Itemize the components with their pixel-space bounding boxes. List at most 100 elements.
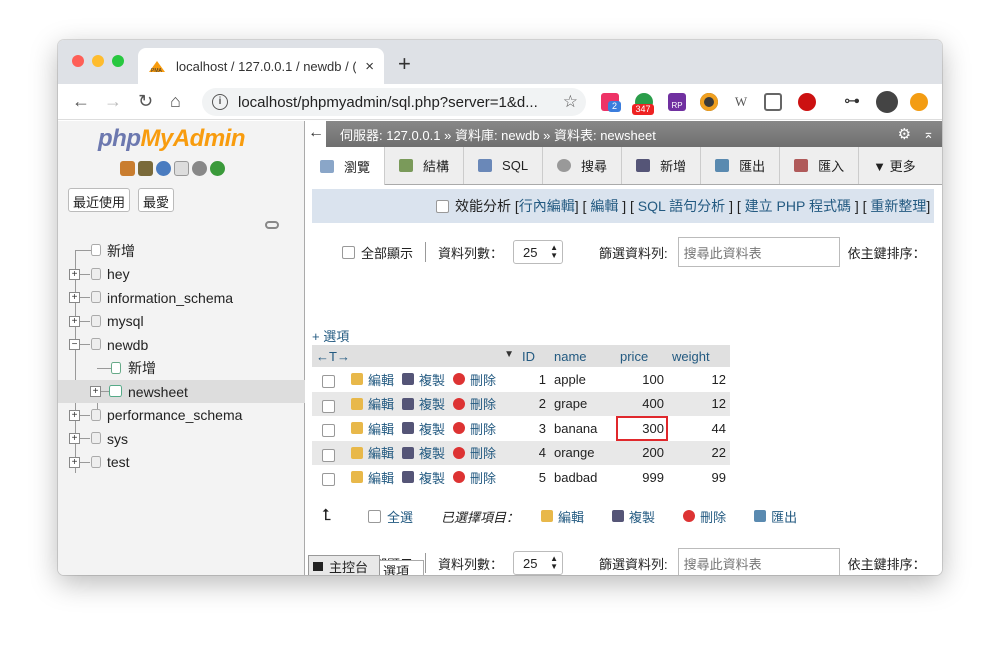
forward-arrow-icon[interactable]: → — [104, 91, 122, 112]
row-checkbox[interactable] — [322, 399, 335, 413]
console-button[interactable]: 主控台 — [308, 555, 380, 575]
tree-item-sys[interactable]: + sys — [58, 427, 305, 450]
bookmark-star-icon[interactable]: ☆ — [563, 92, 578, 112]
sort-menu-icon[interactable]: ▼ — [504, 349, 514, 360]
close-tab-icon[interactable]: × — [365, 58, 374, 75]
filter-input[interactable]: 搜尋此資料表 — [677, 548, 840, 575]
help-icon[interactable] — [156, 161, 171, 176]
bulk-delete-button[interactable]: 刪除 — [683, 507, 726, 526]
bulk-export-button[interactable]: 匯出 — [754, 507, 797, 526]
bulk-copy-button[interactable]: 複製 — [612, 507, 655, 526]
update-icon[interactable] — [910, 93, 928, 111]
column-arrows[interactable]: ←T→ — [316, 349, 350, 364]
copy-button[interactable]: 複製 — [402, 468, 445, 487]
rp-extension-icon[interactable]: RP — [668, 93, 686, 111]
gear-icon[interactable] — [192, 161, 207, 176]
bulk-edit-button[interactable]: 編輯 — [541, 507, 584, 526]
phpmyadmin-logo[interactable]: phpMyAdmin — [98, 125, 245, 153]
breadcrumb-server[interactable]: 伺服器: 127.0.0.1 — [340, 128, 440, 143]
delete-button[interactable]: 刪除 — [453, 419, 496, 438]
options-link[interactable]: + 選項 — [312, 326, 349, 345]
tab-browse[interactable]: 瀏覽 — [306, 147, 386, 185]
sql-explain-link[interactable]: SQL 語句分析 — [638, 196, 725, 216]
expand-icon[interactable]: + — [69, 292, 80, 303]
rows-select[interactable]: 25 ▲ ▼ — [513, 240, 564, 264]
edit-button[interactable]: 編輯 — [351, 419, 394, 438]
edit-button[interactable]: 編輯 — [351, 468, 394, 487]
tab-insert[interactable]: 新增 — [622, 147, 702, 184]
edit-button[interactable]: 編輯 — [351, 443, 394, 462]
row-checkbox[interactable] — [322, 424, 335, 438]
wikipedia-extension-icon[interactable]: W — [732, 93, 750, 111]
close-window-button[interactable] — [72, 55, 84, 67]
maximize-window-button[interactable] — [112, 55, 124, 67]
column-header-name[interactable]: name — [550, 345, 616, 367]
extension-icon[interactable] — [764, 93, 782, 111]
copy-button[interactable]: 複製 — [402, 394, 445, 413]
options-tab-behind[interactable]: 選項 — [374, 560, 424, 575]
delete-button[interactable]: 刪除 — [453, 370, 496, 389]
show-all-checkbox[interactable] — [342, 245, 355, 259]
delete-button[interactable]: 刪除 — [453, 394, 496, 413]
breadcrumb-database[interactable]: 資料庫: newdb — [455, 128, 540, 143]
collapse-arrow-icon[interactable]: ← — [306, 121, 326, 147]
tab-import[interactable]: 匯入 — [780, 147, 860, 184]
expand-icon[interactable]: + — [69, 456, 80, 468]
rows-select[interactable]: 25 ▲ ▼ — [513, 551, 564, 575]
tree-item-information-schema[interactable]: + information_schema — [58, 286, 305, 309]
favorites-button[interactable]: 最愛 — [138, 188, 175, 212]
row-checkbox[interactable] — [322, 448, 335, 462]
home-icon[interactable] — [120, 161, 135, 176]
recent-button[interactable]: 最近使用 — [68, 188, 131, 212]
address-bar[interactable]: i localhost/phpmyadmin/sql.php?server=1&… — [202, 88, 586, 116]
tree-item-new[interactable]: 新增 — [58, 239, 305, 262]
delete-button[interactable]: 刪除 — [453, 468, 496, 487]
tab-search[interactable]: 搜尋 — [543, 147, 623, 184]
collapse-icon[interactable]: − — [69, 339, 80, 350]
expand-icon[interactable]: + — [90, 386, 101, 397]
minimize-window-button[interactable] — [92, 55, 104, 67]
tree-item-performance-schema[interactable]: + performance_schema — [58, 404, 305, 427]
select-all-checkbox[interactable] — [368, 509, 381, 523]
exit-icon[interactable] — [138, 161, 153, 176]
expand-icon[interactable]: + — [69, 409, 80, 421]
tree-item-test[interactable]: + test — [58, 451, 305, 474]
column-header-id[interactable]: ID — [518, 345, 550, 367]
gear-icon[interactable]: ⚙ — [898, 125, 911, 143]
copy-button[interactable]: 複製 — [402, 419, 445, 438]
reload-icon[interactable] — [210, 161, 225, 176]
profiling-checkbox[interactable] — [436, 199, 449, 213]
column-header-price[interactable]: price — [616, 345, 668, 367]
info-icon[interactable]: i — [212, 94, 228, 110]
edit-link[interactable]: 編輯 — [590, 196, 618, 216]
avatar[interactable] — [876, 91, 898, 113]
reload-icon[interactable]: ↻ — [138, 91, 153, 112]
expand-icon[interactable]: + — [69, 315, 80, 327]
docs-icon[interactable] — [174, 161, 189, 176]
expand-icon[interactable]: + — [69, 433, 80, 444]
tree-item-newsheet[interactable]: + newsheet — [58, 380, 305, 403]
tree-item-newdb-new[interactable]: 新增 — [58, 357, 305, 380]
create-php-link[interactable]: 建立 PHP 程式碼 — [745, 196, 851, 216]
column-header-weight[interactable]: weight — [668, 345, 730, 367]
link-icon[interactable] — [265, 221, 279, 229]
breadcrumb-table[interactable]: 資料表: newsheet — [554, 128, 656, 143]
inline-edit-link[interactable]: 行內編輯 — [519, 196, 575, 216]
tab-structure[interactable]: 結構 — [385, 147, 465, 184]
copy-button[interactable]: 複製 — [402, 370, 445, 389]
back-arrow-icon[interactable]: ← — [72, 91, 90, 112]
tab-sql[interactable]: SQL — [464, 147, 544, 184]
tab-more[interactable]: ▼ 更多 — [859, 147, 929, 184]
extension-icon[interactable] — [798, 93, 816, 111]
edit-button[interactable]: 編輯 — [351, 370, 394, 389]
browser-tab[interactable]: PMA localhost / 127.0.0.1 / newdb / ( × — [138, 48, 384, 84]
edit-button[interactable]: 編輯 — [351, 394, 394, 413]
tree-item-hey[interactable]: + hey — [58, 263, 305, 286]
copy-button[interactable]: 複製 — [402, 443, 445, 462]
home-icon[interactable]: ⌂ — [170, 91, 181, 112]
cell-price-highlighted[interactable]: 300 — [616, 416, 668, 441]
tree-item-newdb[interactable]: − newdb — [58, 333, 305, 356]
row-checkbox[interactable] — [322, 473, 335, 487]
new-tab-button[interactable]: + — [398, 51, 411, 77]
collapse-top-icon[interactable]: ⌅ — [923, 126, 934, 142]
